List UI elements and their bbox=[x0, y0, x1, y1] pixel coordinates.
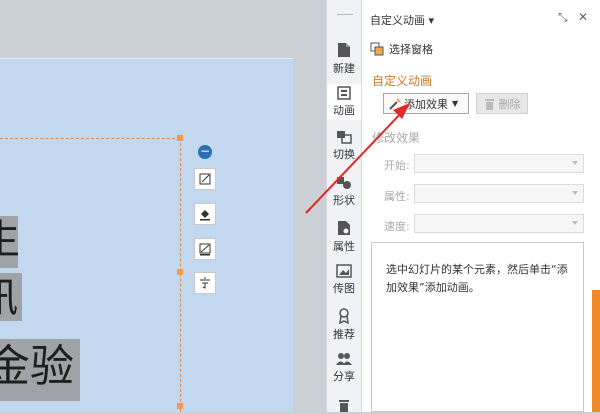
close-icon[interactable]: ✕ bbox=[578, 10, 588, 24]
add-effect-label: 添加效果 bbox=[404, 97, 448, 111]
sidebar-item-properties[interactable]: 属性 bbox=[327, 220, 361, 254]
sidebar-drag-handle[interactable] bbox=[337, 14, 353, 15]
upload-image-icon bbox=[336, 264, 352, 278]
selection-border-right bbox=[180, 138, 181, 412]
selection-pane-button[interactable]: 选择窗格 bbox=[370, 41, 433, 57]
sidebar-item-animation[interactable]: 动画 bbox=[327, 84, 361, 120]
properties-icon bbox=[338, 221, 350, 235]
paint-bucket-icon bbox=[200, 210, 210, 221]
chevron-down-icon bbox=[572, 221, 578, 225]
crop-tool-button[interactable] bbox=[194, 168, 216, 190]
sidebar-item-label: 新建 bbox=[333, 62, 355, 75]
restore-icon[interactable]: ⤡ bbox=[558, 10, 568, 25]
recommend-icon bbox=[339, 308, 349, 324]
animation-icon bbox=[337, 86, 351, 100]
chevron-down-icon bbox=[572, 191, 578, 195]
start-label: 开始: bbox=[384, 159, 410, 172]
delete-button[interactable]: 删除 bbox=[476, 93, 528, 114]
sidebar-item-share[interactable]: 分享 bbox=[327, 352, 361, 384]
speed-select[interactable] bbox=[414, 214, 584, 233]
add-effect-button[interactable]: 添加效果 ▼ bbox=[383, 93, 469, 114]
start-select[interactable] bbox=[414, 154, 584, 173]
crop-icon bbox=[199, 173, 211, 185]
add-effect-icon bbox=[389, 97, 401, 110]
chevron-down-icon bbox=[572, 161, 578, 165]
delete-label: 删除 bbox=[498, 97, 521, 111]
text-tool-button[interactable] bbox=[194, 272, 216, 294]
property-label: 属性: bbox=[384, 190, 410, 203]
outline-icon bbox=[199, 243, 211, 256]
new-file-icon bbox=[338, 43, 350, 57]
fill-tool-button[interactable] bbox=[194, 203, 216, 225]
sidebar-item-recommend[interactable]: 推荐 bbox=[327, 308, 361, 342]
chevron-down-icon: ▼ bbox=[452, 99, 459, 108]
selection-pane-label: 选择窗格 bbox=[389, 43, 433, 56]
collapse-toolbar-icon[interactable]: − bbox=[198, 145, 212, 159]
share-icon bbox=[336, 353, 352, 365]
shape-icon bbox=[337, 177, 351, 189]
sidebar-item-label: 分享 bbox=[333, 370, 355, 383]
resize-handle-right-middle[interactable] bbox=[177, 269, 183, 275]
sidebar-item-label: 形状 bbox=[333, 194, 355, 207]
sidebar-item-label: 传图 bbox=[333, 282, 355, 295]
sidebar-item-new[interactable]: 新建 bbox=[327, 42, 361, 76]
task-sidebar: 新建 动画 切换 形状 属性 传图 推荐 分享 bbox=[326, 0, 362, 412]
selection-pane-icon bbox=[370, 42, 384, 56]
outline-tool-button[interactable] bbox=[194, 238, 216, 260]
property-select[interactable] bbox=[414, 184, 584, 203]
sidebar-item-transition[interactable]: 切换 bbox=[327, 130, 361, 162]
modify-effect-title: 修改效果 bbox=[372, 131, 421, 145]
trash-icon bbox=[484, 98, 494, 110]
sidebar-item-label: 动画 bbox=[333, 104, 355, 117]
text-style-icon bbox=[200, 277, 210, 289]
resize-handle-bottom-right[interactable] bbox=[177, 403, 183, 409]
slide-text-3: 金验 bbox=[0, 341, 74, 392]
animation-list-box[interactable]: 选中幻灯片的某个元素，然后单击“添加效果”添加动画。 bbox=[371, 242, 584, 412]
slide-edge bbox=[293, 58, 326, 412]
sidebar-item-label: 切换 bbox=[333, 148, 355, 161]
sidebar-item-shape[interactable]: 形状 bbox=[327, 176, 361, 208]
side-collapse-tab[interactable] bbox=[592, 290, 600, 412]
panel-title-dropdown[interactable]: 自定义动画 ▾ bbox=[370, 12, 434, 28]
sidebar-item-upload-image[interactable]: 传图 bbox=[327, 264, 361, 296]
sidebar-item-label: 属性 bbox=[333, 240, 355, 253]
slide-text-2: 汛 bbox=[0, 278, 18, 318]
section-title: 自定义动画 bbox=[372, 74, 433, 88]
slide-text-1: 生 bbox=[0, 220, 20, 260]
resize-handle-top-right[interactable] bbox=[177, 135, 183, 141]
trash-icon bbox=[339, 400, 349, 412]
empty-hint-text: 选中幻灯片的某个元素，然后单击“添加效果”添加动画。 bbox=[386, 263, 568, 294]
speed-label: 速度: bbox=[384, 220, 410, 233]
selection-border-top bbox=[0, 138, 180, 139]
transition-icon bbox=[337, 131, 352, 144]
custom-animation-panel: 自定义动画 ▾ ⤡ ✕ 选择窗格 自定义动画 添加效果 ▼ 删除 修改效果 开始… bbox=[362, 0, 600, 412]
sidebar-item-label: 推荐 bbox=[333, 328, 355, 341]
slide-workspace: 生 汛 金验 − bbox=[0, 0, 326, 412]
